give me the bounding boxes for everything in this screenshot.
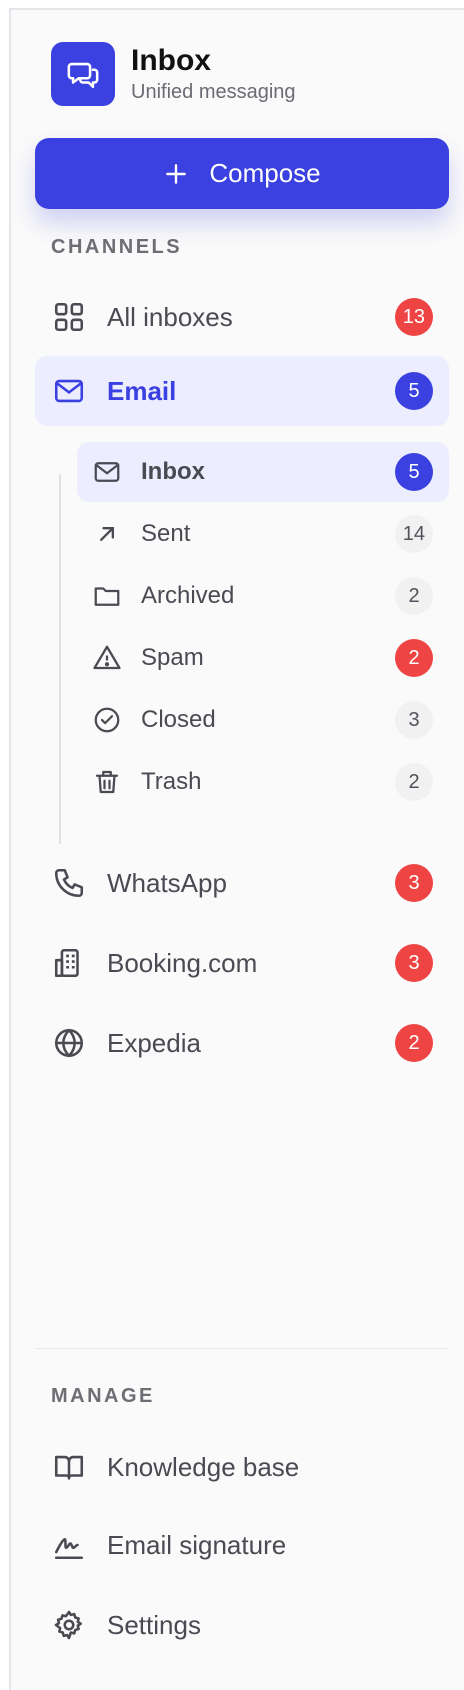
folder-archived[interactable]: Archived 2	[77, 566, 449, 626]
manage-knowledge-base[interactable]: Knowledge base	[35, 1432, 449, 1502]
folder-label: Trash	[141, 768, 202, 795]
check-circle-icon	[91, 704, 123, 736]
grid-icon	[51, 299, 87, 335]
section-divider	[35, 1348, 449, 1349]
count-badge: 5	[395, 453, 433, 491]
folder-label: Archived	[141, 582, 235, 609]
mail-icon	[91, 456, 123, 488]
chat-bubbles-icon	[51, 42, 115, 106]
folder-sent[interactable]: Sent 14	[77, 504, 449, 564]
compose-button[interactable]: Compose	[35, 138, 449, 209]
folder-closed[interactable]: Closed 3	[77, 690, 449, 750]
book-icon	[51, 1449, 87, 1485]
count-badge: 2	[395, 763, 433, 801]
manage-email-signature[interactable]: Email signature	[35, 1510, 449, 1580]
count-badge: 2	[395, 1024, 433, 1062]
folder-icon	[91, 580, 123, 612]
count-badge: 3	[395, 701, 433, 739]
building-icon	[51, 945, 87, 981]
signature-icon	[51, 1527, 87, 1563]
warning-icon	[91, 642, 123, 674]
channel-label: WhatsApp	[107, 867, 227, 898]
count-badge: 2	[395, 577, 433, 615]
globe-icon	[51, 1025, 87, 1061]
plus-icon	[163, 161, 189, 187]
count-badge: 14	[394, 515, 433, 553]
manage-label: Settings	[107, 1609, 201, 1640]
sidebar: Inbox Unified messaging Compose CHANNELS…	[9, 8, 464, 1690]
channels-title: CHANNELS	[51, 236, 183, 258]
count-badge: 13	[394, 298, 433, 336]
channel-label: Booking.com	[107, 947, 258, 978]
channel-booking[interactable]: Booking.com 3	[35, 928, 449, 998]
arrow-up-right-icon	[91, 518, 123, 550]
count-badge: 3	[395, 944, 433, 982]
gear-icon	[51, 1607, 87, 1643]
folder-inbox[interactable]: Inbox 5	[77, 442, 449, 502]
brand-subtitle: Unified messaging	[131, 80, 296, 103]
folder-label: Closed	[141, 706, 216, 733]
channel-email[interactable]: Email 5	[35, 356, 449, 426]
folder-spam[interactable]: Spam 2	[77, 628, 449, 688]
manage-label: Knowledge base	[107, 1451, 300, 1482]
manage-title: MANAGE	[51, 1385, 155, 1407]
brand: Inbox Unified messaging	[51, 42, 296, 106]
count-badge: 5	[395, 372, 433, 410]
channel-label: Email	[107, 375, 177, 406]
manage-settings[interactable]: Settings	[35, 1590, 449, 1660]
channel-label: Expedia	[107, 1027, 201, 1058]
folder-trash[interactable]: Trash 2	[77, 752, 449, 812]
brand-title: Inbox	[131, 44, 211, 78]
compose-label: Compose	[209, 158, 321, 188]
folder-label: Inbox	[141, 458, 205, 485]
channel-label: All inboxes	[107, 301, 233, 332]
channel-all-inboxes[interactable]: All inboxes 13	[35, 282, 449, 352]
phone-icon	[51, 865, 87, 901]
manage-label: Email signature	[107, 1529, 287, 1560]
trash-icon	[91, 766, 123, 798]
mail-icon	[51, 373, 87, 409]
count-badge: 3	[395, 864, 433, 902]
channel-expedia[interactable]: Expedia 2	[35, 1008, 449, 1078]
subnav-divider	[59, 474, 61, 844]
folder-label: Spam	[141, 644, 204, 671]
channel-whatsapp[interactable]: WhatsApp 3	[35, 848, 449, 918]
count-badge: 2	[395, 639, 433, 677]
folder-label: Sent	[141, 520, 191, 547]
